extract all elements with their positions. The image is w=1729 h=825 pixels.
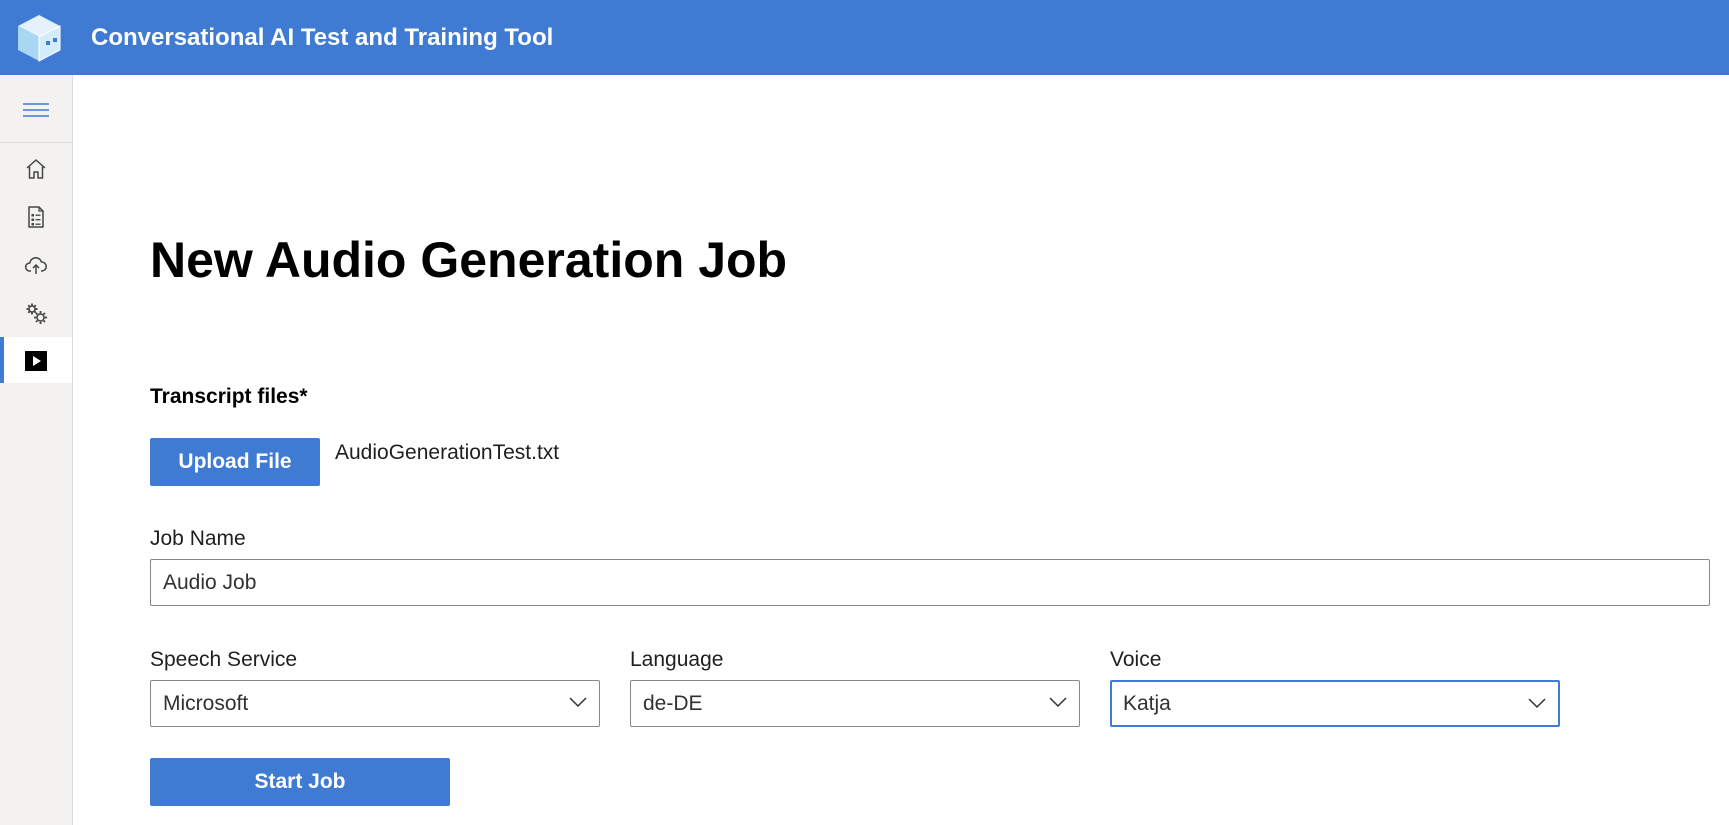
uploaded-file-name: AudioGenerationTest.txt bbox=[335, 441, 560, 464]
app-logo-icon bbox=[18, 15, 61, 62]
top-bar: Conversational AI Test and Training Tool bbox=[0, 0, 1729, 75]
sidebar-divider bbox=[0, 142, 72, 143]
chevron-down-icon bbox=[1049, 697, 1067, 708]
language-value: de-DE bbox=[643, 692, 703, 715]
app-title: Conversational AI Test and Training Tool bbox=[91, 24, 554, 51]
hamburger-menu-icon[interactable] bbox=[23, 100, 49, 120]
job-name-input[interactable] bbox=[150, 559, 1710, 606]
page-title: New Audio Generation Job bbox=[150, 232, 788, 288]
sidebar bbox=[0, 75, 73, 825]
voice-label: Voice bbox=[1110, 648, 1162, 671]
language-dropdown[interactable]: de-DE bbox=[630, 680, 1080, 727]
start-job-button[interactable]: Start Job bbox=[150, 758, 450, 806]
sidebar-item-audio-generation[interactable] bbox=[0, 337, 72, 383]
speech-service-dropdown[interactable]: Microsoft bbox=[150, 680, 600, 727]
gears-icon bbox=[26, 303, 47, 324]
upload-file-button[interactable]: Upload File bbox=[150, 438, 320, 486]
document-list-icon bbox=[28, 206, 44, 228]
chevron-down-icon bbox=[569, 697, 587, 708]
speech-service-label: Speech Service bbox=[150, 648, 298, 671]
sidebar-item-upload[interactable] bbox=[0, 241, 72, 287]
sidebar-item-settings[interactable] bbox=[0, 289, 72, 335]
home-icon bbox=[26, 159, 46, 179]
play-icon bbox=[25, 351, 47, 371]
cloud-upload-icon bbox=[24, 256, 47, 274]
language-label: Language bbox=[630, 648, 724, 671]
sidebar-item-documents[interactable] bbox=[0, 193, 72, 239]
voice-dropdown[interactable]: Katja bbox=[1110, 680, 1560, 727]
transcript-files-label: Transcript files* bbox=[150, 385, 308, 408]
sidebar-item-home[interactable] bbox=[0, 145, 72, 191]
speech-service-value: Microsoft bbox=[163, 692, 249, 715]
voice-value: Katja bbox=[1123, 692, 1171, 715]
job-name-label: Job Name bbox=[150, 527, 246, 550]
chevron-down-icon bbox=[1528, 698, 1546, 709]
